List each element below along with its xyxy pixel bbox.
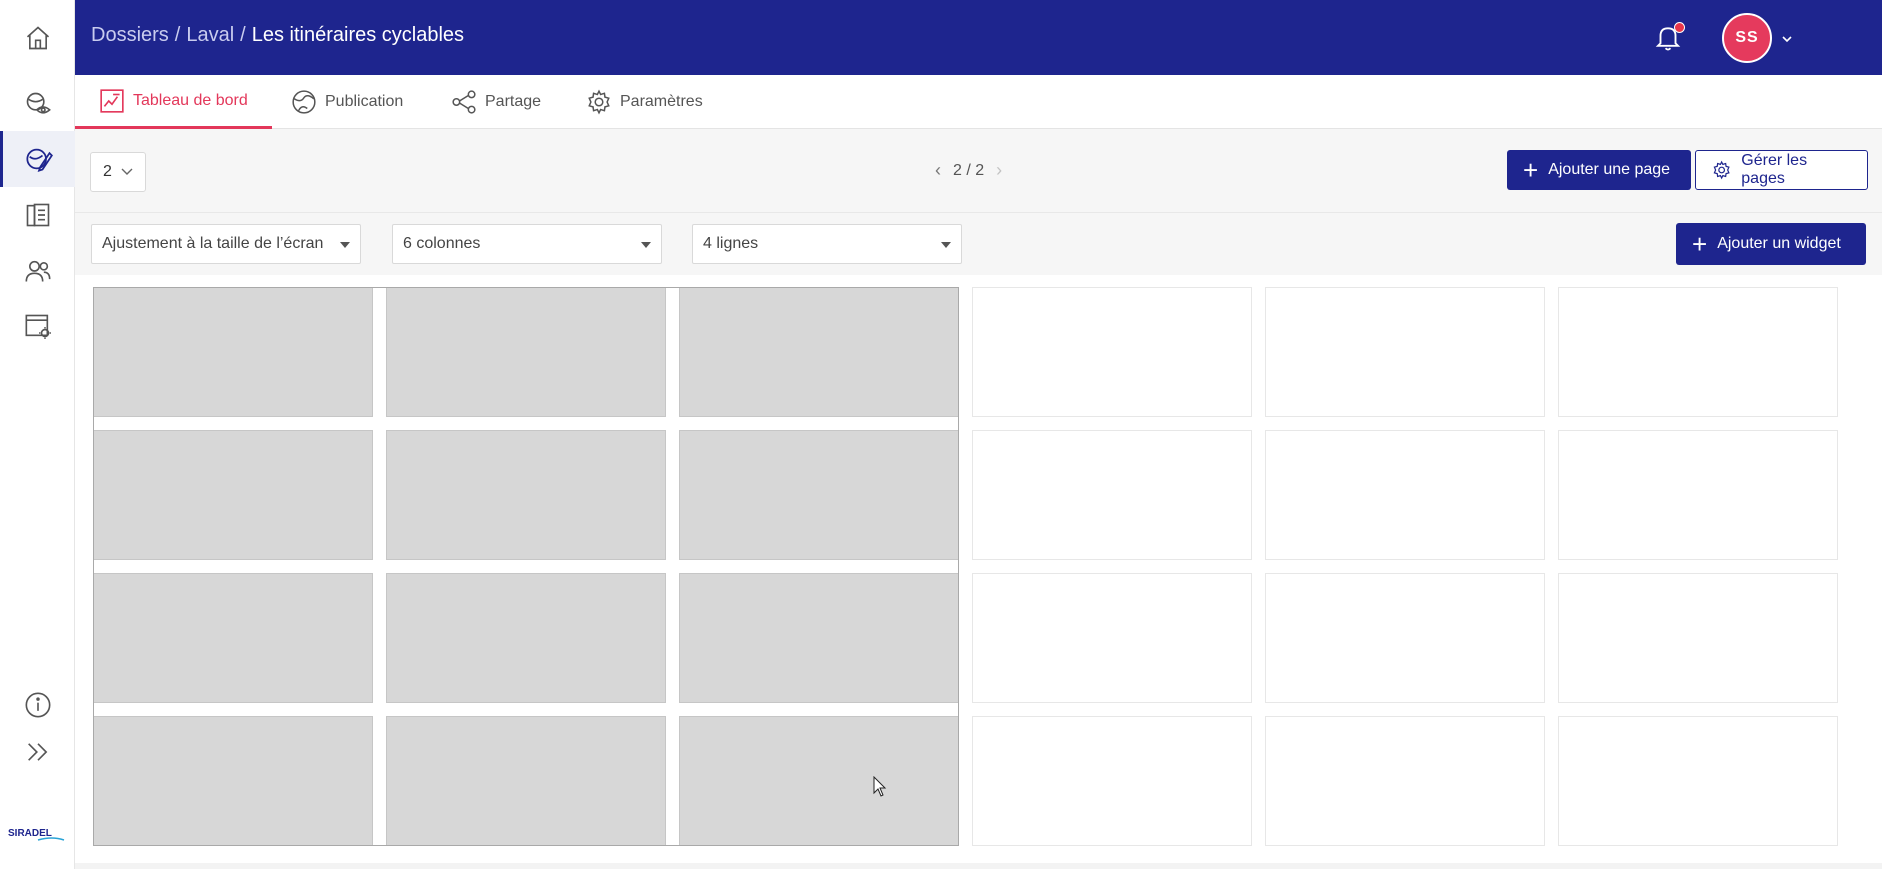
grid-cell[interactable] <box>93 287 373 417</box>
grid-cell[interactable] <box>1265 430 1545 560</box>
tab-parametres[interactable]: Paramètres <box>562 75 727 129</box>
grid-cell[interactable] <box>1265 573 1545 703</box>
canvas-footer <box>75 863 1882 869</box>
grid-cell[interactable] <box>679 573 959 703</box>
breadcrumb: Dossiers / Laval / Les itinéraires cycla… <box>91 24 464 47</box>
share-icon <box>452 90 476 114</box>
grid-cell[interactable] <box>93 716 373 846</box>
grid-cell[interactable] <box>1265 716 1545 846</box>
pager-label: 2 / 2 <box>953 161 985 179</box>
eye-globe-icon <box>26 92 51 114</box>
rows-value: 4 lignes <box>703 235 759 252</box>
breadcrumb-separator: / <box>174 24 181 46</box>
grid-cell[interactable] <box>972 716 1252 846</box>
breadcrumb-separator: / <box>240 24 246 46</box>
grid-cell[interactable] <box>1558 430 1838 560</box>
mouse-cursor-icon <box>873 776 887 797</box>
grid-cell[interactable] <box>972 287 1252 417</box>
grid-cell[interactable] <box>972 573 1252 703</box>
dashboard-icon <box>100 88 124 113</box>
sidebar-expand[interactable] <box>0 724 75 780</box>
expand-chevrons-icon <box>27 743 47 761</box>
pager: ‹ 2 / 2 › <box>935 160 1002 181</box>
grid-cell[interactable] <box>93 573 373 703</box>
caret-down-icon <box>641 242 651 248</box>
report-list-icon <box>26 203 49 227</box>
manage-pages-label: Gérer les pages <box>1741 152 1808 187</box>
tab-publication[interactable]: Publication <box>267 75 427 129</box>
grid-settings-bar: Ajustement à la taille de l’écran 6 colo… <box>75 213 1882 275</box>
breadcrumb-item-laval[interactable]: Laval <box>186 24 234 47</box>
fit-mode-value: Ajustement à la taille de l’écran <box>102 235 324 252</box>
gear-icon <box>1713 160 1730 180</box>
breadcrumb-item-dossiers[interactable]: Dossiers <box>91 24 169 47</box>
app-header: Dossiers / Laval / Les itinéraires cycla… <box>75 0 1882 75</box>
sidebar: SIRADEL <box>0 0 75 869</box>
caret-down-icon <box>941 242 951 248</box>
globe-icon <box>292 90 316 114</box>
fit-mode-select[interactable]: Ajustement à la taille de l’écran <box>91 224 361 264</box>
svg-text:SIRADEL: SIRADEL <box>8 828 52 839</box>
page-toolbar: 2 ‹ 2 / 2 › + Ajouter une page Gérer les… <box>75 129 1882 213</box>
grid-cell[interactable] <box>386 716 666 846</box>
columns-select[interactable]: 6 colonnes <box>392 224 662 264</box>
add-widget-button[interactable]: + Ajouter un widget <box>1676 223 1866 265</box>
tab-tableau-de-bord[interactable]: Tableau de bord <box>75 75 272 129</box>
sidebar-item-edit[interactable] <box>0 131 75 187</box>
dashboard-canvas <box>75 275 1882 869</box>
page-title: Les itinéraires cyclables <box>251 24 465 46</box>
chevron-down-icon[interactable] <box>1780 32 1794 46</box>
columns-value: 6 colonnes <box>403 235 481 252</box>
sidebar-item-admin[interactable] <box>0 298 75 354</box>
gear-icon <box>588 89 610 115</box>
tab-label: Tableau de bord <box>133 91 248 109</box>
add-page-button[interactable]: + Ajouter une page <box>1507 150 1691 190</box>
caret-down-icon <box>340 242 350 248</box>
grid-cell[interactable] <box>679 716 959 846</box>
next-page-icon[interactable]: › <box>996 160 1002 181</box>
tab-label: Publication <box>325 93 404 110</box>
tab-partage[interactable]: Partage <box>427 75 565 129</box>
grid-cell[interactable] <box>1558 716 1838 846</box>
page-select[interactable]: 2 <box>90 152 146 192</box>
tab-bar: Tableau de bord Publication Partage Para… <box>75 75 1882 129</box>
notification-badge <box>1674 22 1685 33</box>
plus-icon: + <box>1523 155 1539 185</box>
user-avatar[interactable]: SS <box>1722 13 1772 63</box>
grid-cell[interactable] <box>93 430 373 560</box>
grid-cell[interactable] <box>1265 287 1545 417</box>
previous-page-icon[interactable]: ‹ <box>935 160 941 181</box>
grid-cell[interactable] <box>972 430 1252 560</box>
tab-label: Paramètres <box>620 93 703 110</box>
grid-cell[interactable] <box>1558 573 1838 703</box>
page-select-value: 2 <box>103 163 112 180</box>
grid-cell[interactable] <box>386 430 666 560</box>
grid-cell[interactable] <box>679 430 959 560</box>
siradel-logo: SIRADEL <box>8 828 65 841</box>
tab-label: Partage <box>485 93 542 110</box>
grid-cell[interactable] <box>386 573 666 703</box>
grid-cell[interactable] <box>1558 287 1838 417</box>
settings-window-icon <box>25 314 51 339</box>
sidebar-item-view[interactable] <box>0 76 75 132</box>
users-icon <box>25 260 50 282</box>
plus-icon: + <box>1692 229 1708 259</box>
sidebar-item-users[interactable] <box>0 243 75 299</box>
info-icon <box>25 692 50 718</box>
grid-cell[interactable] <box>679 287 959 417</box>
home-icon <box>26 26 49 50</box>
grid-cell[interactable] <box>386 287 666 417</box>
sidebar-item-reports[interactable] <box>0 187 75 243</box>
add-widget-label: Ajouter un widget <box>1717 235 1841 252</box>
add-page-label: Ajouter une page <box>1548 161 1671 178</box>
manage-pages-button[interactable]: Gérer les pages <box>1695 150 1868 190</box>
sidebar-item-home[interactable] <box>0 10 75 66</box>
dashboard-grid[interactable] <box>93 287 1867 851</box>
rows-select[interactable]: 4 lignes <box>692 224 962 264</box>
chevron-down-icon <box>121 168 133 175</box>
edit-map-icon <box>26 148 53 173</box>
